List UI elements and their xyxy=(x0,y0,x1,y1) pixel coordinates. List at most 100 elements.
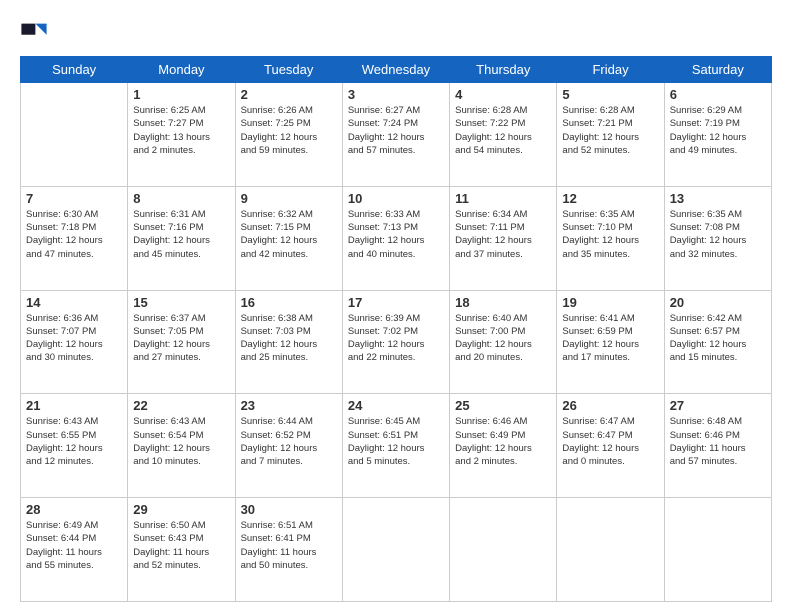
header-row: SundayMondayTuesdayWednesdayThursdayFrid… xyxy=(21,57,772,83)
day-number: 24 xyxy=(348,398,444,413)
day-info: Sunrise: 6:35 AM Sunset: 7:10 PM Dayligh… xyxy=(562,208,658,261)
day-cell: 20 Sunrise: 6:42 AM Sunset: 6:57 PM Dayli… xyxy=(664,290,771,394)
day-cell: 27 Sunrise: 6:48 AM Sunset: 6:46 PM Dayli… xyxy=(664,394,771,498)
day-cell xyxy=(450,498,557,602)
day-number: 7 xyxy=(26,191,122,206)
day-number: 14 xyxy=(26,295,122,310)
day-cell: 2Sunrise: 6:26 AM Sunset: 7:25 PM Daylig… xyxy=(235,83,342,187)
col-header-tuesday: Tuesday xyxy=(235,57,342,83)
week-row-4: 21 Sunrise: 6:43 AM Sunset: 6:55 PM Dayli… xyxy=(21,394,772,498)
day-cell xyxy=(557,498,664,602)
header xyxy=(20,18,772,46)
day-info: Sunrise: 6:35 AM Sunset: 7:08 PM Dayligh… xyxy=(670,208,766,261)
day-number: 21 xyxy=(26,398,122,413)
day-number: 17 xyxy=(348,295,444,310)
day-info: Sunrise: 6:45 AM Sunset: 6:51 PM Dayligh… xyxy=(348,415,444,468)
day-cell: 7 Sunrise: 6:30 AM Sunset: 7:18 PM Daylig… xyxy=(21,186,128,290)
day-number: 20 xyxy=(670,295,766,310)
day-cell: 10 Sunrise: 6:33 AM Sunset: 7:13 PM Dayli… xyxy=(342,186,449,290)
day-number: 25 xyxy=(455,398,551,413)
day-info: Sunrise: 6:29 AM Sunset: 7:19 PM Dayligh… xyxy=(670,104,766,157)
day-number: 9 xyxy=(241,191,337,206)
day-cell: 22 Sunrise: 6:43 AM Sunset: 6:54 PM Dayli… xyxy=(128,394,235,498)
day-info: Sunrise: 6:31 AM Sunset: 7:16 PM Dayligh… xyxy=(133,208,229,261)
day-info: Sunrise: 6:39 AM Sunset: 7:02 PM Dayligh… xyxy=(348,312,444,365)
col-header-wednesday: Wednesday xyxy=(342,57,449,83)
day-info: Sunrise: 6:28 AM Sunset: 7:21 PM Dayligh… xyxy=(562,104,658,157)
day-number: 6 xyxy=(670,87,766,102)
day-cell: 23 Sunrise: 6:44 AM Sunset: 6:52 PM Dayli… xyxy=(235,394,342,498)
day-info: Sunrise: 6:43 AM Sunset: 6:54 PM Dayligh… xyxy=(133,415,229,468)
day-cell: 21 Sunrise: 6:43 AM Sunset: 6:55 PM Dayli… xyxy=(21,394,128,498)
day-info: Sunrise: 6:34 AM Sunset: 7:11 PM Dayligh… xyxy=(455,208,551,261)
day-cell: 3 Sunrise: 6:27 AM Sunset: 7:24 PM Daylig… xyxy=(342,83,449,187)
day-info: Sunrise: 6:48 AM Sunset: 6:46 PM Dayligh… xyxy=(670,415,766,468)
day-cell: 15 Sunrise: 6:37 AM Sunset: 7:05 PM Dayli… xyxy=(128,290,235,394)
day-cell: 25 Sunrise: 6:46 AM Sunset: 6:49 PM Dayli… xyxy=(450,394,557,498)
day-number: 28 xyxy=(26,502,122,517)
day-number: 13 xyxy=(670,191,766,206)
day-number: 10 xyxy=(348,191,444,206)
calendar-body: 1 Sunrise: 6:25 AM Sunset: 7:27 PM Daylig… xyxy=(21,83,772,602)
day-cell xyxy=(342,498,449,602)
day-info: Sunrise: 6:36 AM Sunset: 7:07 PM Dayligh… xyxy=(26,312,122,365)
day-cell: 13 Sunrise: 6:35 AM Sunset: 7:08 PM Dayli… xyxy=(664,186,771,290)
day-cell: 19Sunrise: 6:41 AM Sunset: 6:59 PM Dayli… xyxy=(557,290,664,394)
day-cell: 30 Sunrise: 6:51 AM Sunset: 6:41 PM Dayli… xyxy=(235,498,342,602)
col-header-monday: Monday xyxy=(128,57,235,83)
day-number: 27 xyxy=(670,398,766,413)
day-cell: 24 Sunrise: 6:45 AM Sunset: 6:51 PM Dayli… xyxy=(342,394,449,498)
col-header-saturday: Saturday xyxy=(664,57,771,83)
day-info: Sunrise: 6:42 AM Sunset: 6:57 PM Dayligh… xyxy=(670,312,766,365)
day-info: Sunrise: 6:49 AM Sunset: 6:44 PM Dayligh… xyxy=(26,519,122,572)
week-row-3: 14 Sunrise: 6:36 AM Sunset: 7:07 PM Dayli… xyxy=(21,290,772,394)
day-number: 26 xyxy=(562,398,658,413)
day-info: Sunrise: 6:28 AM Sunset: 7:22 PM Dayligh… xyxy=(455,104,551,157)
day-number: 15 xyxy=(133,295,229,310)
week-row-5: 28 Sunrise: 6:49 AM Sunset: 6:44 PM Dayli… xyxy=(21,498,772,602)
day-number: 3 xyxy=(348,87,444,102)
day-info: Sunrise: 6:44 AM Sunset: 6:52 PM Dayligh… xyxy=(241,415,337,468)
calendar-table: SundayMondayTuesdayWednesdayThursdayFrid… xyxy=(20,56,772,602)
day-info: Sunrise: 6:46 AM Sunset: 6:49 PM Dayligh… xyxy=(455,415,551,468)
day-number: 1 xyxy=(133,87,229,102)
day-cell: 26 Sunrise: 6:47 AM Sunset: 6:47 PM Dayli… xyxy=(557,394,664,498)
col-header-thursday: Thursday xyxy=(450,57,557,83)
col-header-sunday: Sunday xyxy=(21,57,128,83)
day-number: 12 xyxy=(562,191,658,206)
logo-icon xyxy=(20,18,48,46)
day-info: Sunrise: 6:38 AM Sunset: 7:03 PM Dayligh… xyxy=(241,312,337,365)
day-cell: 6 Sunrise: 6:29 AM Sunset: 7:19 PM Daylig… xyxy=(664,83,771,187)
day-number: 30 xyxy=(241,502,337,517)
day-number: 18 xyxy=(455,295,551,310)
day-info: Sunrise: 6:27 AM Sunset: 7:24 PM Dayligh… xyxy=(348,104,444,157)
day-info: Sunrise: 6:37 AM Sunset: 7:05 PM Dayligh… xyxy=(133,312,229,365)
day-info: Sunrise: 6:47 AM Sunset: 6:47 PM Dayligh… xyxy=(562,415,658,468)
day-cell: 18Sunrise: 6:40 AM Sunset: 7:00 PM Dayli… xyxy=(450,290,557,394)
day-number: 5 xyxy=(562,87,658,102)
day-cell: 14 Sunrise: 6:36 AM Sunset: 7:07 PM Dayli… xyxy=(21,290,128,394)
day-info: Sunrise: 6:41 AM Sunset: 6:59 PM Dayligh… xyxy=(562,312,658,365)
day-cell: 4Sunrise: 6:28 AM Sunset: 7:22 PM Daylig… xyxy=(450,83,557,187)
day-info: Sunrise: 6:32 AM Sunset: 7:15 PM Dayligh… xyxy=(241,208,337,261)
calendar-header: SundayMondayTuesdayWednesdayThursdayFrid… xyxy=(21,57,772,83)
day-info: Sunrise: 6:50 AM Sunset: 6:43 PM Dayligh… xyxy=(133,519,229,572)
week-row-1: 1 Sunrise: 6:25 AM Sunset: 7:27 PM Daylig… xyxy=(21,83,772,187)
day-info: Sunrise: 6:33 AM Sunset: 7:13 PM Dayligh… xyxy=(348,208,444,261)
week-row-2: 7 Sunrise: 6:30 AM Sunset: 7:18 PM Daylig… xyxy=(21,186,772,290)
day-number: 11 xyxy=(455,191,551,206)
day-number: 23 xyxy=(241,398,337,413)
day-number: 8 xyxy=(133,191,229,206)
day-number: 29 xyxy=(133,502,229,517)
day-number: 2 xyxy=(241,87,337,102)
day-info: Sunrise: 6:51 AM Sunset: 6:41 PM Dayligh… xyxy=(241,519,337,572)
day-cell xyxy=(21,83,128,187)
day-cell xyxy=(664,498,771,602)
day-info: Sunrise: 6:43 AM Sunset: 6:55 PM Dayligh… xyxy=(26,415,122,468)
day-cell: 17 Sunrise: 6:39 AM Sunset: 7:02 PM Dayli… xyxy=(342,290,449,394)
day-cell: 16Sunrise: 6:38 AM Sunset: 7:03 PM Dayli… xyxy=(235,290,342,394)
col-header-friday: Friday xyxy=(557,57,664,83)
day-info: Sunrise: 6:30 AM Sunset: 7:18 PM Dayligh… xyxy=(26,208,122,261)
day-info: Sunrise: 6:25 AM Sunset: 7:27 PM Dayligh… xyxy=(133,104,229,157)
day-number: 22 xyxy=(133,398,229,413)
